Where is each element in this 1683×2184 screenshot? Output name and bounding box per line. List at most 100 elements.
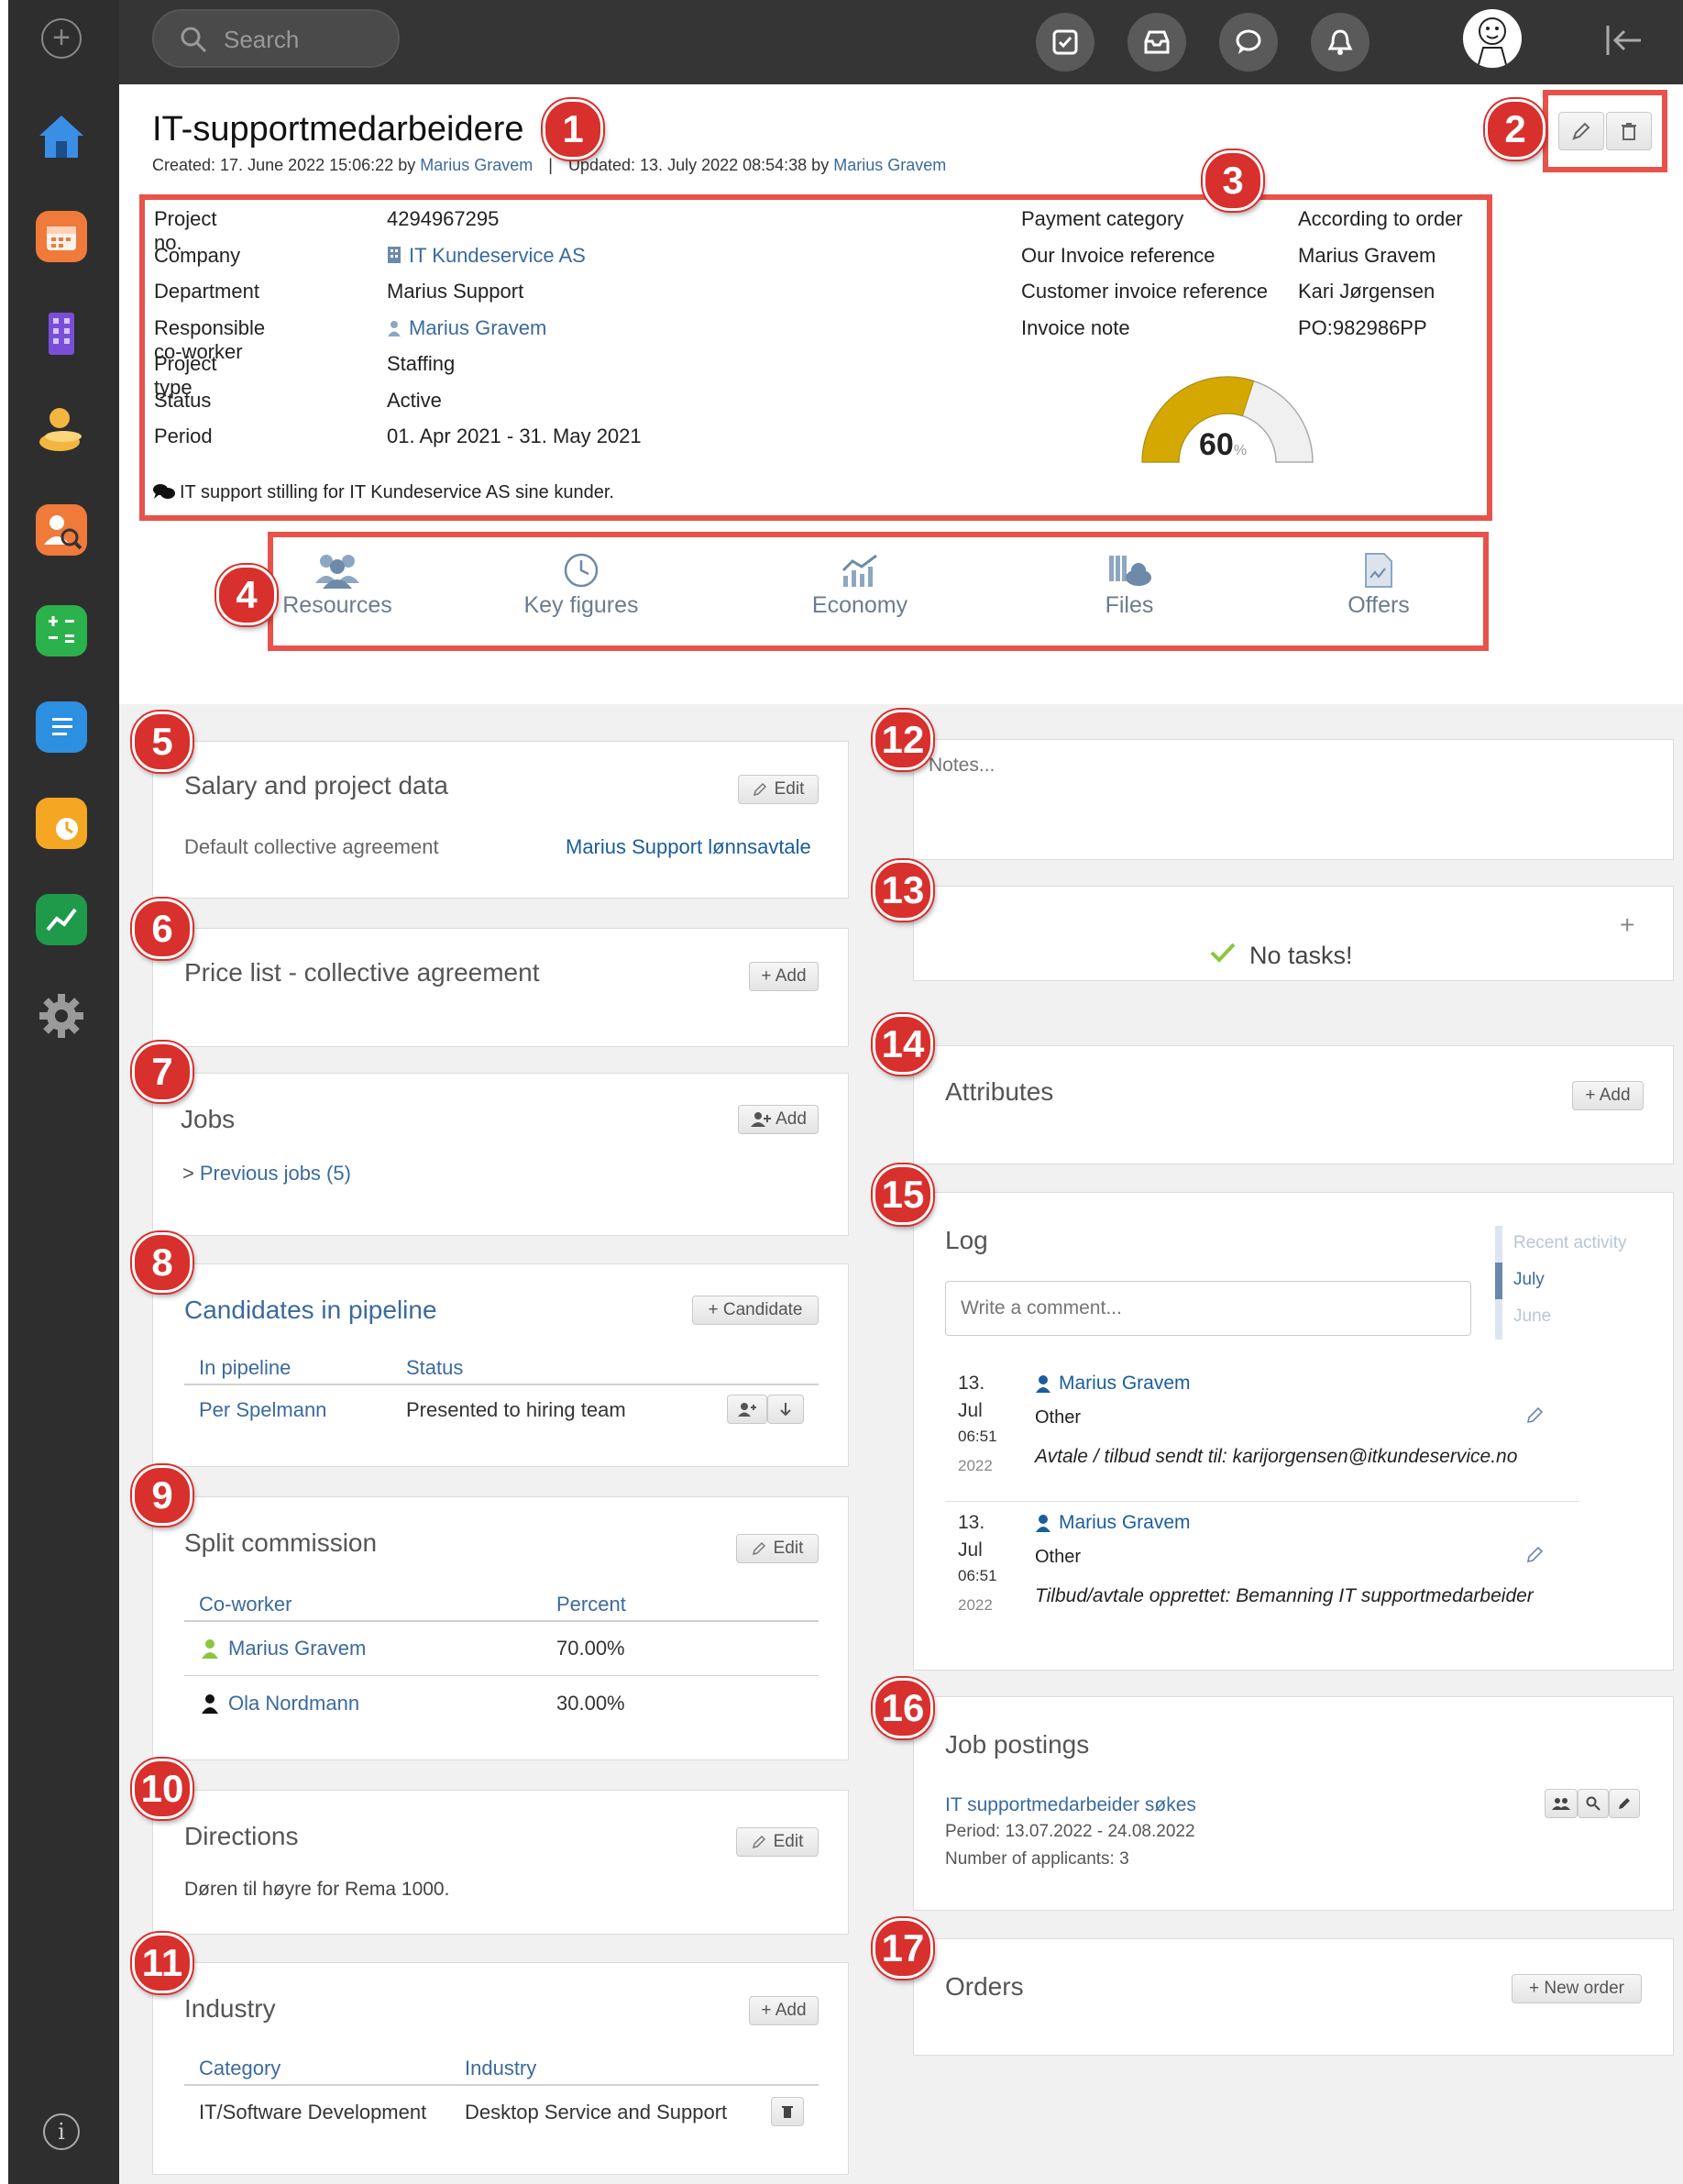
add-icon[interactable]: + (41, 18, 82, 59)
notifications-button[interactable] (1311, 13, 1370, 72)
posting-title-link[interactable]: IT supportmedarbeider søkes (945, 1794, 1196, 1816)
log-comment-input[interactable] (945, 1281, 1471, 1336)
button-label: Edit (773, 1832, 804, 1851)
log-text: Tilbud/avtale opprettet: Bemanning IT su… (1035, 1585, 1534, 1606)
log-user-link[interactable]: Marius Gravem (1059, 1512, 1191, 1534)
detail-label: Payment category (1021, 207, 1184, 230)
directions-title: Directions (184, 1822, 299, 1850)
add-task-button[interactable]: + (1620, 910, 1634, 940)
industry-delete-button[interactable] (771, 2097, 804, 2126)
pencil-icon (1572, 122, 1590, 140)
coworker-link[interactable]: Ola Nordmann (228, 1692, 359, 1715)
table-divider (184, 1620, 819, 1622)
col-co-worker: Co-worker (199, 1593, 292, 1616)
log-month: Jul (958, 1400, 983, 1421)
created-by-link[interactable]: Marius Gravem (420, 156, 533, 174)
coworker-link[interactable]: Marius Gravem (228, 1637, 366, 1660)
timeline-june[interactable]: June (1513, 1307, 1551, 1327)
attributes-add-button[interactable]: + Add (1572, 1081, 1644, 1110)
detail-label: Company (154, 243, 241, 267)
tab-key-figures[interactable]: Key figures (519, 539, 644, 640)
col-industry: Industry (465, 2057, 537, 2079)
updated-by-link[interactable]: Marius Gravem (833, 156, 946, 174)
posting-search-button[interactable] (1578, 1789, 1609, 1818)
timesheet-icon[interactable] (36, 798, 87, 849)
collapse-sidebar-icon[interactable] (1604, 20, 1644, 61)
tab-label: Resources (282, 592, 392, 618)
calculator-icon[interactable] (36, 605, 87, 656)
pricelist-title: Price list - collective agreement (184, 958, 540, 987)
documents-icon[interactable] (36, 701, 87, 753)
tasks-button[interactable] (1036, 13, 1094, 72)
company-link[interactable]: IT Kundeservice AS (387, 244, 586, 268)
detail-label: Period (154, 425, 213, 447)
files-cloud-icon (1109, 556, 1151, 586)
col-percent: Percent (556, 1593, 626, 1616)
timeline-recent[interactable]: Recent activity (1513, 1233, 1627, 1253)
settings-gear-icon[interactable] (36, 990, 87, 1042)
tab-offers[interactable]: Offers (1316, 539, 1441, 640)
responsible-link[interactable]: Marius Gravem (387, 316, 546, 340)
table-divider (184, 1384, 819, 1385)
company-building-icon[interactable] (36, 307, 87, 358)
new-order-button[interactable]: + New order (1512, 1974, 1642, 2003)
contacts-icon[interactable] (36, 403, 87, 455)
posting-edit-button[interactable] (1609, 1789, 1640, 1818)
previous-jobs-toggle[interactable]: > Previous jobs (5) (182, 1162, 351, 1186)
salary-value-link[interactable]: Marius Support lønnsavtale (566, 835, 811, 859)
user-avatar[interactable] (1463, 9, 1522, 68)
directions-edit-button[interactable]: Edit (736, 1827, 819, 1857)
person-plus-icon (738, 1403, 756, 1417)
tab-resources[interactable]: Resources (275, 539, 400, 640)
sidebar-edge (0, 0, 8, 2184)
edit-log-icon[interactable] (1526, 1406, 1545, 1424)
project-details-highlight (139, 194, 1492, 521)
coworker-percent: 30.00% (556, 1692, 625, 1715)
salary-edit-button[interactable]: Edit (738, 775, 819, 804)
jobs-add-button[interactable]: Add (738, 1105, 819, 1134)
info-icon[interactable]: i (43, 2113, 80, 2150)
person-black-icon (202, 1694, 218, 1714)
chat-button[interactable] (1219, 13, 1278, 72)
edit-project-button[interactable] (1558, 112, 1604, 150)
pencil-icon (752, 1835, 765, 1849)
tab-economy[interactable]: Economy (798, 539, 922, 640)
delete-project-button[interactable] (1606, 112, 1652, 150)
search-input[interactable] (222, 24, 390, 55)
badge-5: 5 (132, 711, 192, 772)
previous-jobs-label: Previous jobs (5) (199, 1162, 351, 1185)
attributes-title: Attributes (945, 1077, 1054, 1106)
add-candidate-button[interactable]: + Candidate (692, 1296, 819, 1325)
job-postings-card: Job postings IT supportmedarbeider søkes… (913, 1696, 1674, 1911)
detail-label: Status (154, 388, 212, 412)
log-time: 06:51 (958, 1428, 997, 1445)
detail-value: According to order (1298, 207, 1463, 230)
candidate-move-button[interactable] (767, 1395, 804, 1424)
posting-period: Period: 13.07.2022 - 24.08.2022 (945, 1822, 1195, 1841)
search-box[interactable] (152, 9, 400, 68)
pricelist-add-button[interactable]: + Add (749, 962, 819, 991)
candidate-person-button[interactable] (727, 1395, 767, 1424)
gauge-number: 60 (1199, 427, 1234, 462)
checkbox-icon (1052, 29, 1078, 55)
statistics-icon[interactable] (36, 894, 87, 945)
candidates-card: Candidates in pipeline + Candidate In pi… (152, 1263, 849, 1467)
home-icon[interactable] (36, 110, 87, 161)
candidate-name-link[interactable]: Per Spelmann (199, 1398, 326, 1422)
building-icon (388, 246, 401, 263)
industry-add-button[interactable]: + Add (749, 1996, 819, 2025)
timeline-july[interactable]: July (1513, 1270, 1545, 1290)
edit-log-icon[interactable] (1526, 1545, 1545, 1563)
tab-label: Economy (811, 592, 908, 618)
inbox-button[interactable] (1128, 13, 1186, 72)
tab-files[interactable]: Files (1067, 539, 1192, 640)
row-divider (184, 1675, 819, 1676)
split-edit-button[interactable]: Edit (736, 1534, 819, 1563)
notes-textarea[interactable] (927, 753, 1655, 848)
badge-13: 13 (873, 860, 933, 921)
calendar-app-icon[interactable] (36, 211, 87, 262)
posting-applicants-button[interactable] (1545, 1789, 1578, 1818)
log-user-link[interactable]: Marius Gravem (1059, 1373, 1191, 1395)
search-icon (181, 27, 207, 53)
candidate-search-icon[interactable] (36, 504, 87, 556)
